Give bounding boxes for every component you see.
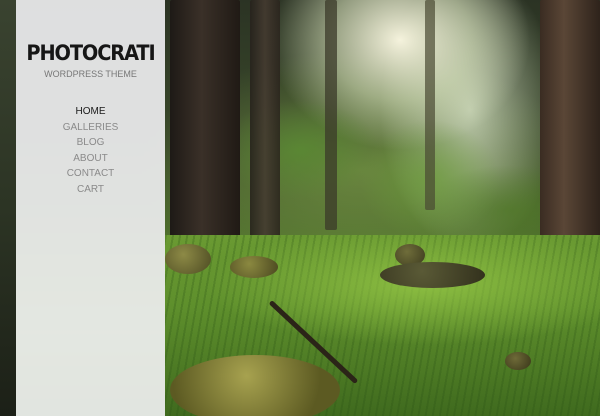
nav-item-galleries[interactable]: GALLERIES [16,120,165,136]
photo-mossy-rock [165,244,211,274]
photo-mossy-rock [170,355,340,416]
nav-item-home[interactable]: HOME [16,104,165,120]
photo-mossy-rock [230,256,278,278]
photo-mossy-rock [505,352,531,370]
photo-foliage [180,60,600,250]
photo-tree-trunk [325,0,337,230]
photo-tree-trunk [425,0,435,210]
photo-tree-trunk [250,0,280,240]
photo-left-edge [0,0,16,416]
site-tagline: WORDPRESS THEME [44,69,137,79]
nav-item-cart[interactable]: CART [16,182,165,198]
photo-tree-trunk [170,0,240,260]
site-title[interactable]: PHOTOCRATI [22,40,159,66]
sidebar: PHOTOCRATI WORDPRESS THEME HOME GALLERIE… [16,0,165,416]
nav-item-blog[interactable]: BLOG [16,135,165,151]
photo-tree-trunk [540,0,600,270]
nav-item-about[interactable]: ABOUT [16,151,165,167]
main-nav: HOME GALLERIES BLOG ABOUT CONTACT CART [16,104,165,197]
nav-item-contact[interactable]: CONTACT [16,166,165,182]
photo-log [380,262,485,288]
